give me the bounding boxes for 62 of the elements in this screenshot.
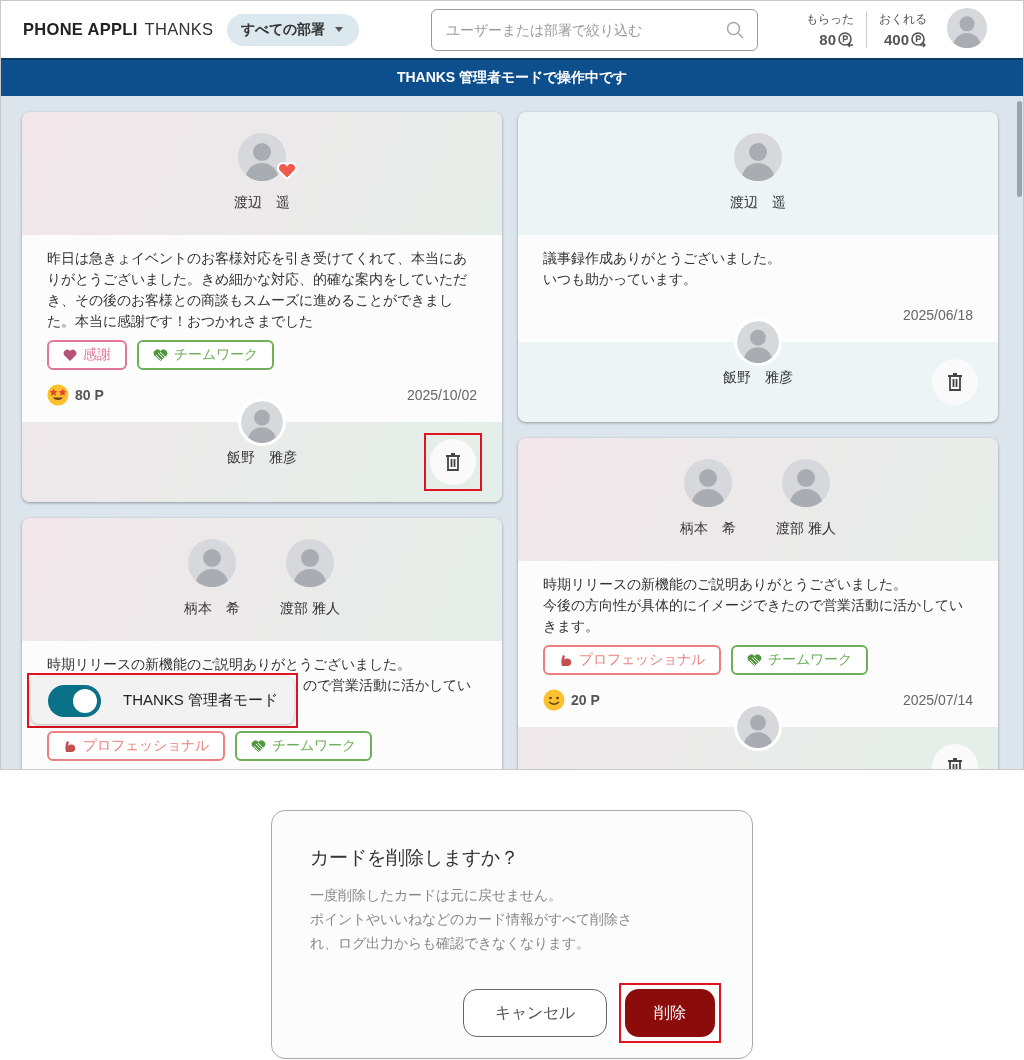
flexed-arm-icon xyxy=(63,739,77,753)
recipient-name: 渡部 雅人 xyxy=(280,600,340,618)
search-icon xyxy=(726,20,745,39)
heart-icon xyxy=(63,348,77,362)
tag-chip[interactable]: チームワーク xyxy=(731,645,868,675)
tag-chip[interactable]: チームワーク xyxy=(235,731,372,761)
tag-chip[interactable]: プロフェッショナル xyxy=(47,731,225,761)
department-dropdown[interactable]: すべての部署 xyxy=(227,13,360,46)
message-text: 時期リリースの新機能のご説明ありがとうございました。 xyxy=(47,656,412,674)
caret-icon xyxy=(335,27,344,32)
search-field[interactable]: ユーザーまたは部署で絞り込む xyxy=(431,8,759,51)
cancel-button[interactable]: キャンセル xyxy=(463,989,607,1037)
recipient-name: 渡辺 遥 xyxy=(730,194,786,212)
points-value: 80 xyxy=(819,31,836,48)
user-avatar xyxy=(947,7,987,48)
card-date: 2025/06/18 xyxy=(902,307,973,323)
points-amount: 20 P xyxy=(571,692,600,708)
points-value: 400 xyxy=(883,31,909,48)
dialog-message: ポイントやいいねなどのカード情報がすべて削除され、ログ出力からも確認できなくなります。 xyxy=(310,910,633,953)
dialog-message: 一度削除したカードは元に戻せません。 xyxy=(310,886,563,905)
sender-name: 飯野 雅彦 xyxy=(227,449,297,467)
card-date: 2025/10/02 xyxy=(406,387,477,403)
user-avatar xyxy=(737,321,779,363)
admin-mode-banner-text: THANKS 管理者モードで操作中です xyxy=(396,69,628,87)
delete-button[interactable] xyxy=(932,359,978,405)
product-name: THANKS xyxy=(144,20,214,39)
tag-chip[interactable]: チームワーク xyxy=(137,340,274,370)
toggle-switch[interactable] xyxy=(48,684,101,717)
striped-heart-icon xyxy=(251,739,266,753)
message-text: 昨日は急きょイベントのお客様対応を引き受けてくれて、本当にありがとうございました。きめ細かな対応、的確な案内をしていただき、その後のお客様との商談もスムーズに進めることができました。本当に感謝です！おつかれさまでした xyxy=(47,250,468,331)
recipient-name: 渡辺 遥 xyxy=(234,194,290,212)
points-label: もらった xyxy=(806,11,854,28)
recipient-name: 柄本 希 xyxy=(680,520,737,538)
delete-button[interactable]: 削除 xyxy=(625,989,715,1037)
trash-icon xyxy=(947,373,963,391)
tag-chip[interactable]: プロフェッショナル xyxy=(543,645,721,675)
points-amount: 80 P xyxy=(75,387,104,403)
message-text: 議事録作成ありがとうございました。 xyxy=(543,250,782,268)
message-text: いつも助かっています。 xyxy=(543,271,698,289)
user-avatar xyxy=(737,706,779,748)
dialog-title: カードを削除しますか？ xyxy=(310,846,520,870)
sender-name: 飯野 雅彦 xyxy=(723,369,793,387)
recipient-name: 柄本 希 xyxy=(184,600,241,618)
scrollbar-thumb[interactable] xyxy=(1017,101,1022,197)
user-avatar xyxy=(241,401,283,443)
star-eyes-face-icon xyxy=(47,384,69,406)
toggle-label: THANKS 管理者モード xyxy=(123,691,278,710)
smiley-face-icon xyxy=(543,689,565,711)
striped-heart-icon xyxy=(153,348,168,362)
message-text: ので営業活動に活かしてい xyxy=(303,677,471,695)
user-avatar xyxy=(238,133,286,181)
card-date: 2025/07/14 xyxy=(902,692,973,708)
striped-heart-icon xyxy=(747,653,762,667)
points-label: おくれる xyxy=(879,11,927,28)
message-text: 今後の方向性が具体的にイメージできたので営業活動に活かしていきます。 xyxy=(543,597,964,636)
brand-name: PHONE APPLI xyxy=(23,20,138,39)
tag-chip[interactable]: 感謝 xyxy=(47,340,127,370)
trash-icon xyxy=(445,453,461,471)
recipient-name: 渡部 雅人 xyxy=(776,520,836,538)
delete-button[interactable] xyxy=(430,439,476,485)
flexed-arm-icon xyxy=(559,653,573,667)
message-text: 時期リリースの新機能のご説明ありがとうございました。 xyxy=(543,576,908,594)
